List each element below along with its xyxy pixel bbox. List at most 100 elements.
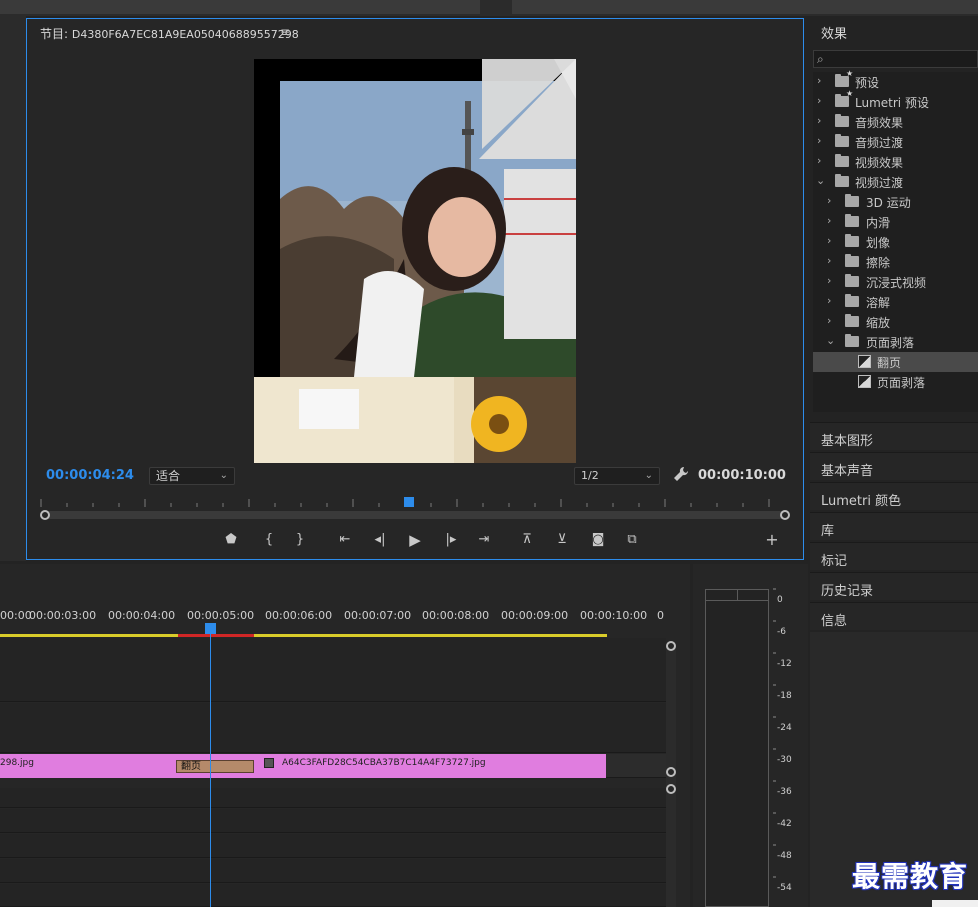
- video-clip-right[interactable]: A64C3FAFD28C54CBA37B7C14A4F73727.jpg: [254, 754, 606, 778]
- step-back-icon[interactable]: ◂|: [369, 529, 391, 551]
- compare-icon[interactable]: ⧉: [621, 529, 643, 551]
- tree-item-zoom[interactable]: › 缩放: [813, 312, 978, 332]
- extract-icon[interactable]: ⊻: [551, 529, 573, 551]
- time-ruler-label: 00:00:06:00: [265, 609, 333, 622]
- audio-scroll-handle-top[interactable]: [666, 784, 676, 794]
- panel-tab-label: 标记: [821, 554, 848, 569]
- video-clip-left[interactable]: 298.jpg: [0, 754, 180, 778]
- tree-item-audio-transitions[interactable]: › 音频过渡: [813, 132, 978, 152]
- chevron-right-icon[interactable]: ›: [827, 214, 831, 227]
- timeline-playhead-line: [210, 634, 211, 907]
- tree-item-slide[interactable]: › 内滑: [813, 212, 978, 232]
- meter-channel-divider: [737, 590, 738, 600]
- tree-item-lumetri-presets[interactable]: › ★ Lumetri 预设: [813, 89, 978, 112]
- timeline-header: [0, 564, 690, 594]
- tree-item-video-effects[interactable]: › 视频效果: [813, 152, 978, 172]
- panel-tab-libraries[interactable]: 库: [810, 512, 978, 540]
- program-monitor[interactable]: 节目: D4380F6A7EC81A9EA050406889557298 ≡ 0…: [26, 18, 804, 560]
- chevron-right-icon[interactable]: ›: [827, 234, 831, 247]
- zoom-scrollbar-end-handle[interactable]: [780, 510, 790, 520]
- monitor-time-ruler[interactable]: [39, 495, 789, 511]
- tree-item-immersive-video[interactable]: › 沉浸式视频: [813, 272, 978, 292]
- tree-item-wipe[interactable]: › 擦除: [813, 252, 978, 272]
- panel-tab-lumetri-color[interactable]: Lumetri 颜色: [810, 482, 978, 510]
- chevron-right-icon[interactable]: ›: [827, 194, 831, 207]
- sequence-name: D4380F6A7EC81A9EA050406889557298: [71, 28, 299, 41]
- add-icon[interactable]: +: [761, 529, 783, 551]
- scroll-handle-top[interactable]: [666, 641, 676, 651]
- chevron-down-icon[interactable]: ⌄: [826, 334, 835, 347]
- tree-item-audio-effects[interactable]: › 音频效果: [813, 112, 978, 132]
- tree-item-label: 页面剥落: [877, 376, 926, 390]
- tree-item-label: 视频效果: [855, 156, 904, 170]
- panel-menu-icon[interactable]: ≡: [280, 25, 290, 39]
- chevron-right-icon[interactable]: ›: [827, 274, 831, 287]
- tree-item-video-transitions[interactable]: ⌄ 视频过渡: [813, 172, 978, 192]
- chevron-right-icon[interactable]: ›: [827, 254, 831, 267]
- tree-item-presets[interactable]: › ★ 预设: [813, 69, 978, 92]
- timeline-playhead[interactable]: [205, 623, 216, 634]
- audio-track-a5[interactable]: [0, 884, 666, 907]
- db-label: -36: [777, 787, 792, 797]
- chevron-down-icon[interactable]: ⌄: [816, 174, 825, 187]
- mark-out-icon[interactable]: }: [289, 529, 311, 551]
- panel-tab-essential-graphics[interactable]: 基本图形: [810, 422, 978, 450]
- chevron-right-icon[interactable]: ›: [817, 74, 821, 87]
- audio-track-a1[interactable]: [0, 788, 666, 808]
- folder-icon: [845, 214, 859, 227]
- tree-item-label: 溶解: [866, 296, 891, 310]
- lift-icon[interactable]: ⊼: [516, 529, 538, 551]
- timeline-panel[interactable]: 00:00 00:00:03:00 00:00:04:00 00:00:05:0…: [0, 564, 690, 907]
- video-track-v2[interactable]: [0, 703, 666, 753]
- chevron-right-icon[interactable]: ›: [827, 294, 831, 307]
- camera-icon[interactable]: ◙: [587, 529, 609, 551]
- audio-track-a3[interactable]: [0, 834, 666, 858]
- go-to-out-icon[interactable]: ⇥: [473, 529, 495, 551]
- zoom-fit-select[interactable]: 适合 ⌄: [149, 467, 235, 485]
- scroll-handle-bottom[interactable]: [666, 767, 676, 777]
- time-ruler-label: 00:00:03:00: [29, 609, 97, 622]
- audio-track-a4[interactable]: [0, 859, 666, 883]
- tree-item-page-turn[interactable]: 翻页: [813, 352, 978, 372]
- effects-panel-title[interactable]: 效果: [821, 23, 847, 42]
- mark-in-icon[interactable]: {: [258, 529, 280, 551]
- transition-page-turn[interactable]: 翻页: [176, 760, 254, 773]
- tree-item-3d-motion[interactable]: › 3D 运动: [813, 192, 978, 212]
- play-icon[interactable]: ▶: [404, 529, 426, 551]
- zoom-scrollbar[interactable]: [45, 511, 785, 519]
- chevron-right-icon[interactable]: ›: [817, 134, 821, 147]
- tree-item-dissolve[interactable]: › 溶解: [813, 292, 978, 312]
- time-ruler-label: 0: [657, 609, 664, 622]
- tree-item-iris[interactable]: › 划像: [813, 232, 978, 252]
- wrench-icon[interactable]: [672, 465, 690, 483]
- monitor-playhead[interactable]: [404, 497, 414, 507]
- audio-track-a2[interactable]: [0, 809, 666, 833]
- go-to-in-icon[interactable]: ⇤: [334, 529, 356, 551]
- chevron-right-icon[interactable]: ›: [827, 314, 831, 327]
- tree-item-page-peel-folder[interactable]: ⌄ 页面剥落: [813, 332, 978, 352]
- tree-item-page-peel[interactable]: 页面剥落: [813, 372, 978, 392]
- chevron-right-icon[interactable]: ›: [817, 154, 821, 167]
- step-forward-icon[interactable]: |▸: [440, 529, 462, 551]
- folder-icon: [845, 334, 859, 347]
- tree-item-label: 预设: [855, 76, 880, 90]
- star-icon: ★: [846, 89, 854, 98]
- marker-icon[interactable]: ⬟: [220, 529, 242, 551]
- panel-tab-history[interactable]: 历史记录: [810, 572, 978, 600]
- playback-resolution-select[interactable]: 1/2 ⌄: [574, 467, 660, 485]
- side-panel-stack: 基本图形 基本声音 Lumetri 颜色 库 标记 历史记录 信息: [810, 422, 978, 907]
- panel-tab-essential-sound[interactable]: 基本声音: [810, 452, 978, 480]
- effects-search-input[interactable]: ⌕: [813, 50, 978, 68]
- work-area-bar[interactable]: [0, 634, 607, 637]
- panel-tab-markers[interactable]: 标记: [810, 542, 978, 570]
- folder-icon: [835, 154, 849, 167]
- video-track-v3[interactable]: [0, 638, 666, 702]
- panel-tab-info[interactable]: 信息: [810, 602, 978, 630]
- folder-icon: [835, 134, 849, 147]
- chevron-right-icon[interactable]: ›: [817, 94, 821, 107]
- monitor-title[interactable]: 节目: D4380F6A7EC81A9EA050406889557298: [40, 25, 299, 42]
- zoom-scrollbar-start-handle[interactable]: [40, 510, 50, 520]
- chevron-right-icon[interactable]: ›: [817, 114, 821, 127]
- panel-tab-label: Lumetri 颜色: [821, 494, 902, 509]
- current-timecode[interactable]: 00:00:04:24: [46, 468, 134, 483]
